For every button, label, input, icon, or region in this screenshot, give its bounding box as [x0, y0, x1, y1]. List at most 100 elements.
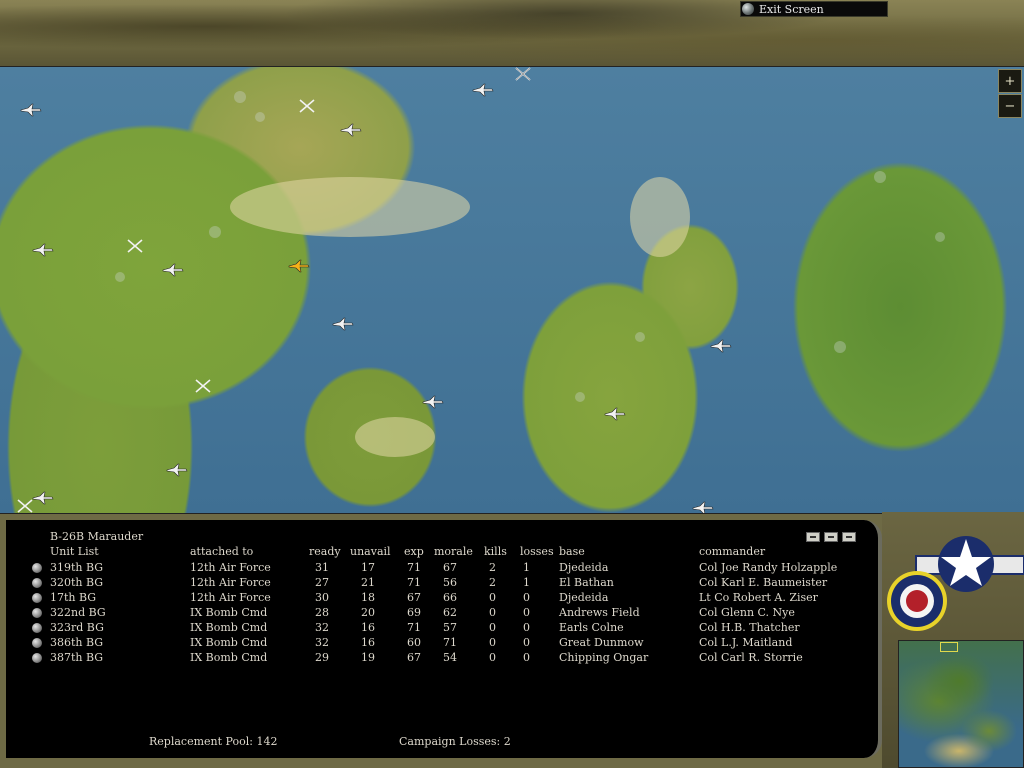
unit-kills: 0: [489, 621, 496, 634]
campaign-losses-value: 2: [503, 735, 511, 748]
unit-exp: 67: [407, 591, 421, 604]
exit-screen-button[interactable]: Exit Screen: [740, 1, 888, 17]
unit-ready: 29: [315, 651, 329, 664]
unit-losses: 0: [523, 651, 530, 664]
unit-base: El Bathan: [559, 576, 614, 589]
column-header-kills[interactable]: kills: [484, 545, 507, 558]
column-header-unavail[interactable]: unavail: [350, 545, 391, 558]
nationality-insignia: [887, 536, 1024, 631]
unit-losses: 0: [523, 591, 530, 604]
zoom-in-button[interactable]: +: [998, 69, 1022, 93]
unit-attached: 12th Air Force: [190, 561, 271, 574]
unit-select-radio[interactable]: [32, 608, 42, 618]
unit-kills: 0: [489, 651, 496, 664]
crossed-swords-icon[interactable]: [296, 99, 318, 113]
unit-select-radio[interactable]: [32, 593, 42, 603]
crossed-swords-icon[interactable]: [124, 239, 146, 253]
zoom-out-button[interactable]: −: [998, 94, 1022, 118]
aircraft-unit-icon[interactable]: [692, 501, 714, 514]
aircraft-unit-icon[interactable]: [710, 339, 732, 353]
aircraft-unit-icon[interactable]: [166, 463, 188, 477]
unit-select-radio[interactable]: [32, 578, 42, 588]
aircraft-unit-icon[interactable]: [332, 317, 354, 331]
unit-unavail: 16: [361, 636, 375, 649]
unit-kills: 2: [489, 576, 496, 589]
unit-name[interactable]: 320th BG: [50, 576, 103, 589]
unit-morale: 54: [443, 651, 457, 664]
unit-ready: 32: [315, 621, 329, 634]
unit-base: Chipping Ongar: [559, 651, 649, 664]
aircraft-unit-icon[interactable]: [604, 407, 626, 421]
unit-unavail: 17: [361, 561, 375, 574]
unit-name[interactable]: 387th BG: [50, 651, 103, 664]
aircraft-unit-icon[interactable]: [162, 263, 184, 277]
unit-losses: 0: [523, 636, 530, 649]
unit-commander: Col Karl E. Baumeister: [699, 576, 828, 589]
crossed-swords-icon[interactable]: [512, 67, 534, 81]
unit-name[interactable]: 319th BG: [50, 561, 103, 574]
unit-commander: Lt Co Robert A. Ziser: [699, 591, 818, 604]
aircraft-unit-icon[interactable]: [20, 103, 42, 117]
unit-name[interactable]: 323rd BG: [50, 621, 104, 634]
unit-select-radio[interactable]: [32, 653, 42, 663]
unit-kills: 0: [489, 606, 496, 619]
minimap-view-frame[interactable]: [940, 642, 958, 652]
unit-exp: 69: [407, 606, 421, 619]
unit-unavail: 16: [361, 621, 375, 634]
unit-exp: 71: [407, 621, 421, 634]
unit-ready: 30: [315, 591, 329, 604]
aircraft-unit-icon-selected[interactable]: [288, 259, 310, 273]
column-header-base[interactable]: base: [559, 545, 585, 558]
unit-kills: 2: [489, 561, 496, 574]
aircraft-unit-icon[interactable]: [340, 123, 362, 137]
unit-attached: 12th Air Force: [190, 591, 271, 604]
unit-commander: Col L.J. Maitland: [699, 636, 793, 649]
crossed-swords-icon[interactable]: [192, 379, 214, 393]
campaign-losses: Campaign Losses: 2: [399, 735, 511, 748]
unit-losses: 0: [523, 606, 530, 619]
overview-minimap[interactable]: [898, 640, 1024, 768]
column-header-unit-list[interactable]: Unit List: [50, 545, 99, 558]
unit-name[interactable]: 386th BG: [50, 636, 103, 649]
unit-base: Earls Colne: [559, 621, 624, 634]
unit-morale: 71: [443, 636, 457, 649]
column-header-morale[interactable]: morale: [434, 545, 473, 558]
aircraft-unit-icon[interactable]: [32, 243, 54, 257]
unit-ready: 31: [315, 561, 329, 574]
panel-minimize-button[interactable]: [806, 532, 820, 542]
crossed-swords-icon[interactable]: [14, 499, 36, 513]
unit-commander: Col Joe Randy Holzapple: [699, 561, 838, 574]
unit-select-radio[interactable]: [32, 563, 42, 573]
campaign-map[interactable]: + −: [0, 66, 1024, 514]
panel-restore-button[interactable]: [824, 532, 838, 542]
unit-name[interactable]: 322nd BG: [50, 606, 106, 619]
unit-commander: Col Glenn C. Nye: [699, 606, 795, 619]
unit-base: Djedeida: [559, 591, 609, 604]
unit-unavail: 20: [361, 606, 375, 619]
unit-unavail: 18: [361, 591, 375, 604]
unit-ready: 28: [315, 606, 329, 619]
unit-kills: 0: [489, 636, 496, 649]
aircraft-unit-icon[interactable]: [422, 395, 444, 409]
map-terrain: [115, 91, 945, 457]
unit-attached: IX Bomb Cmd: [190, 651, 268, 664]
column-header-attached-to[interactable]: attached to: [190, 545, 253, 558]
unit-name[interactable]: 17th BG: [50, 591, 96, 604]
unit-losses: 1: [523, 576, 530, 589]
aircraft-unit-icon[interactable]: [472, 83, 494, 97]
unit-morale: 62: [443, 606, 457, 619]
unit-select-radio[interactable]: [32, 623, 42, 633]
unit-exp: 67: [407, 651, 421, 664]
column-header-ready[interactable]: ready: [309, 545, 341, 558]
panel-maximize-button[interactable]: [842, 532, 856, 542]
column-header-exp[interactable]: exp: [404, 545, 424, 558]
column-header-commander[interactable]: commander: [699, 545, 765, 558]
unit-select-radio[interactable]: [32, 638, 42, 648]
unit-attached: IX Bomb Cmd: [190, 621, 268, 634]
unit-morale: 57: [443, 621, 457, 634]
unit-ready: 27: [315, 576, 329, 589]
unit-unavail: 21: [361, 576, 375, 589]
replacement-pool-value: 142: [256, 735, 278, 748]
column-header-losses[interactable]: losses: [520, 545, 554, 558]
unit-morale: 56: [443, 576, 457, 589]
